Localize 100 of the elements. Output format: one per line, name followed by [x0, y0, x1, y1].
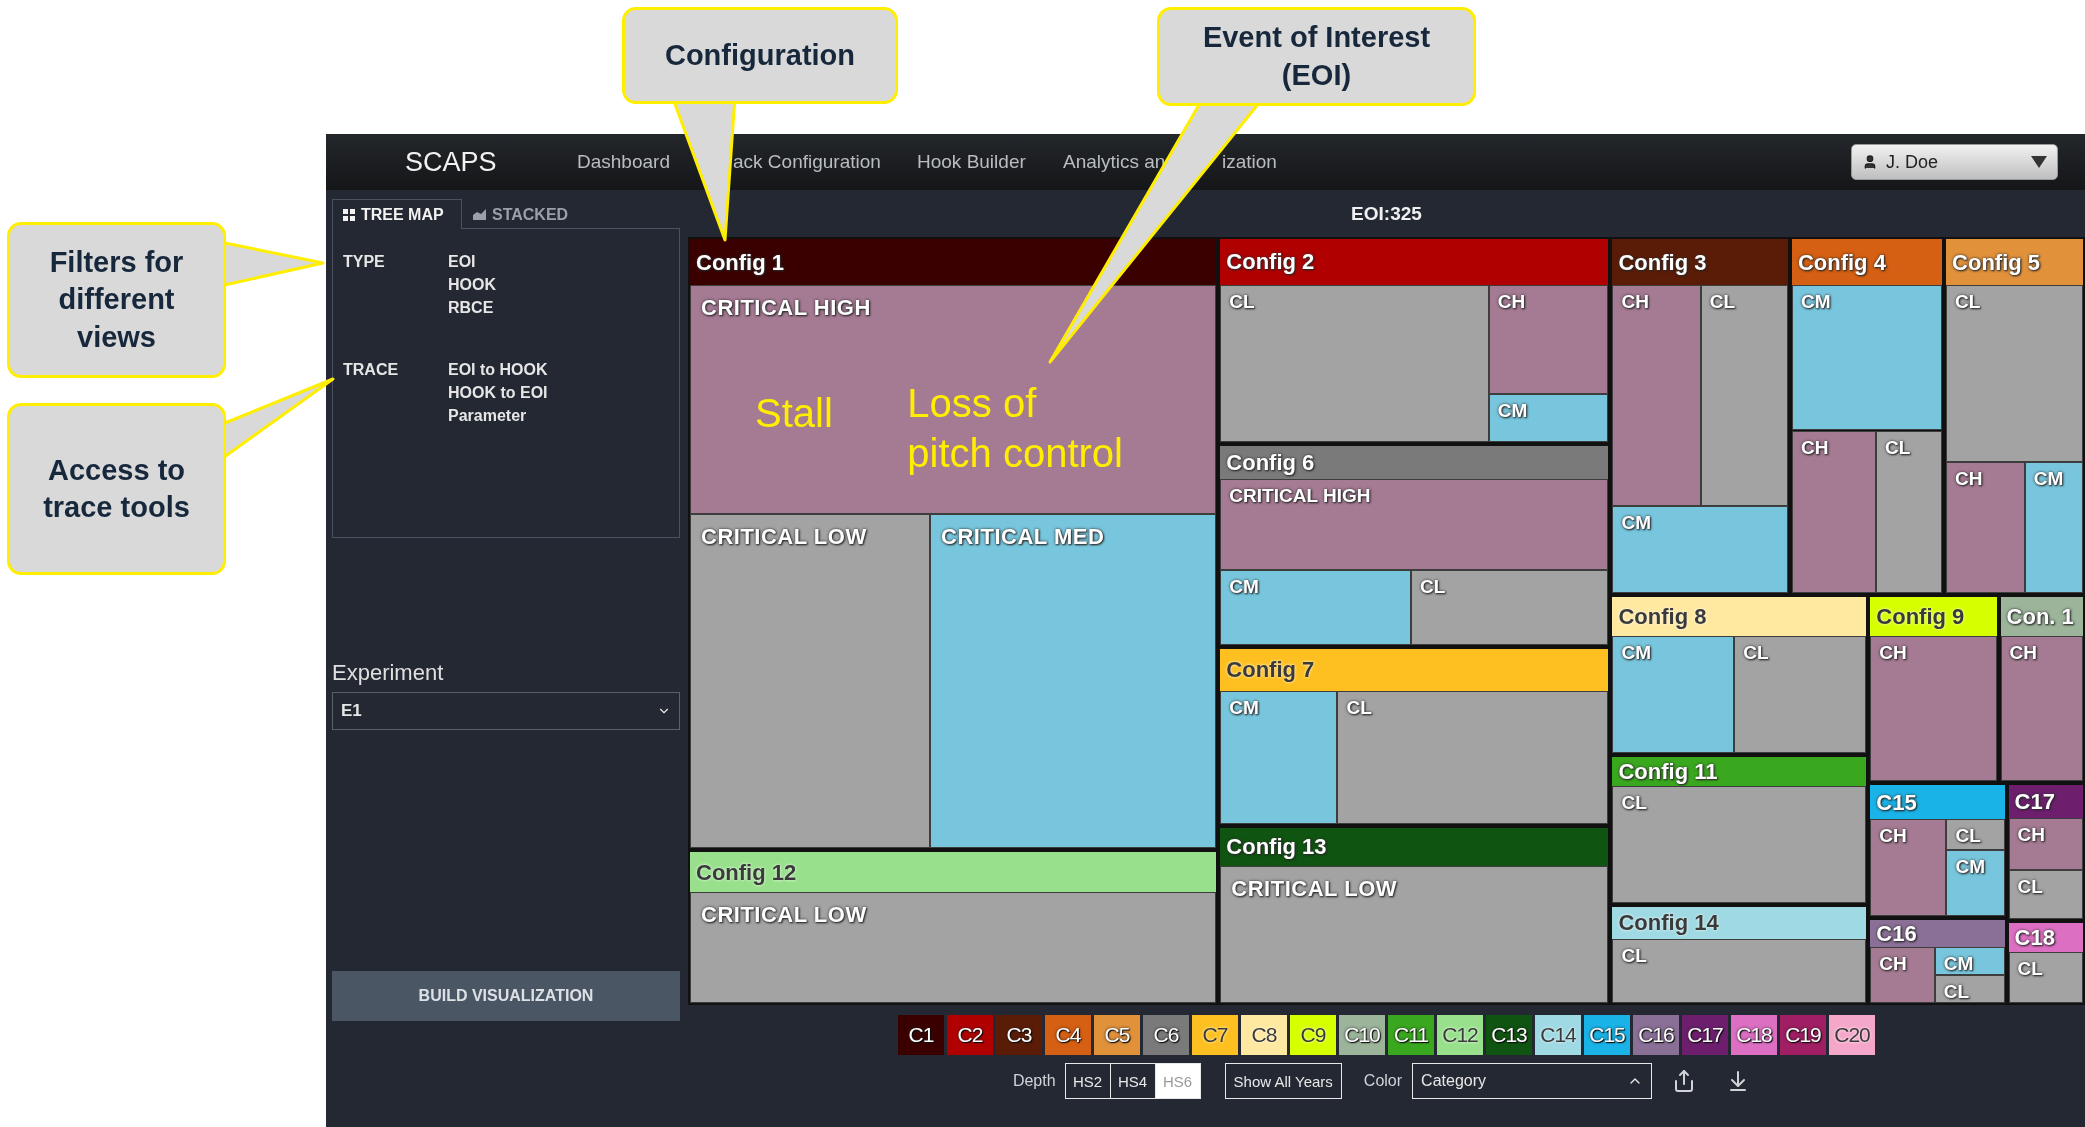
- treemap-cell[interactable]: CRITICAL LOW: [690, 892, 1217, 1003]
- legend-chip[interactable]: C16: [1633, 1015, 1679, 1055]
- config-header[interactable]: Config 4: [1791, 239, 1943, 286]
- config-header[interactable]: Config 5: [1946, 239, 2083, 286]
- depth-option[interactable]: HS6: [1154, 1063, 1201, 1099]
- treemap-cell[interactable]: CM: [1220, 570, 1412, 645]
- config-header[interactable]: Config 9: [1870, 596, 1997, 637]
- config-header[interactable]: C17: [2008, 785, 2083, 818]
- area-chart-icon: [473, 209, 486, 220]
- legend-chip[interactable]: C6: [1143, 1015, 1189, 1055]
- config-header[interactable]: C18: [2008, 922, 2083, 953]
- config-header[interactable]: Config 14: [1612, 906, 1867, 939]
- treemap-cell[interactable]: CM: [1612, 505, 1788, 593]
- treemap-cell[interactable]: CL: [2008, 869, 2083, 919]
- treemap-cell[interactable]: CM: [1220, 690, 1338, 824]
- treemap-cell[interactable]: CRITICAL MED: [930, 513, 1217, 849]
- config-header[interactable]: C15: [1870, 785, 2005, 819]
- nav-link[interactable]: Dashboard: [577, 151, 670, 173]
- treemap-cell[interactable]: CL: [1934, 974, 2005, 1003]
- experiment-label: Experiment: [332, 660, 445, 686]
- treemap-cell[interactable]: CM: [2024, 462, 2083, 593]
- nav-link[interactable]: ization: [1222, 151, 1277, 173]
- config-header[interactable]: C16: [1870, 920, 2005, 947]
- treemap-cell[interactable]: CH: [2008, 817, 2083, 870]
- show-years-button[interactable]: Show All Years: [1224, 1063, 1342, 1099]
- config-header[interactable]: Config 7: [1220, 649, 1609, 691]
- treemap-cell[interactable]: CM: [1488, 393, 1609, 442]
- config-header[interactable]: Config 12: [690, 852, 1217, 893]
- legend-chip[interactable]: C8: [1241, 1015, 1287, 1055]
- config-header[interactable]: Config 11: [1612, 757, 1867, 786]
- legend-chip[interactable]: C5: [1094, 1015, 1140, 1055]
- legend-chip[interactable]: C7: [1192, 1015, 1238, 1055]
- annotation-text: Loss of pitch control: [907, 380, 1123, 478]
- user-icon: [1862, 154, 1878, 170]
- legend-chip[interactable]: C12: [1437, 1015, 1483, 1055]
- filter-option[interactable]: HOOK: [448, 276, 669, 294]
- legend-chip[interactable]: C19: [1780, 1015, 1826, 1055]
- config-header[interactable]: Config 1: [690, 239, 1217, 286]
- legend-chip[interactable]: C18: [1731, 1015, 1777, 1055]
- legend-chip[interactable]: C14: [1535, 1015, 1581, 1055]
- treemap-cell[interactable]: CM: [1612, 636, 1735, 754]
- treemap-cell[interactable]: CL: [2008, 952, 2083, 1003]
- legend-chip[interactable]: C11: [1388, 1015, 1434, 1055]
- treemap-cell[interactable]: CL: [1946, 818, 2005, 851]
- treemap-cell[interactable]: CL: [1337, 690, 1609, 824]
- config-header[interactable]: Config 2: [1220, 239, 1609, 285]
- treemap-cell[interactable]: CH: [1488, 284, 1609, 394]
- legend-chip[interactable]: C10: [1339, 1015, 1385, 1055]
- treemap-cell[interactable]: CH: [1946, 462, 2025, 593]
- view-tab[interactable]: TREE MAP: [332, 199, 462, 229]
- treemap-cell[interactable]: CM: [1934, 946, 2005, 975]
- treemap-cell[interactable]: CL: [1700, 285, 1788, 506]
- depth-option[interactable]: HS2: [1064, 1063, 1111, 1099]
- callout: Filters for different views: [7, 222, 226, 378]
- callout: Event of Interest (EOI): [1157, 7, 1476, 106]
- legend-chip[interactable]: C20: [1829, 1015, 1875, 1055]
- treemap-cell[interactable]: CL: [1946, 285, 2083, 463]
- treemap-cell[interactable]: CM: [1946, 850, 2005, 917]
- legend-chip[interactable]: C3: [996, 1015, 1042, 1055]
- treemap-cell[interactable]: CRITICAL HIGH: [1220, 478, 1609, 571]
- treemap-cell[interactable]: CM: [1791, 285, 1943, 431]
- treemap-cell[interactable]: CRITICAL LOW: [690, 513, 931, 849]
- legend-chip[interactable]: C1: [898, 1015, 944, 1055]
- treemap-cell[interactable]: CL: [1612, 938, 1867, 1003]
- treemap-cell[interactable]: CL: [1220, 284, 1489, 442]
- view-tab[interactable]: STACKED: [462, 199, 582, 229]
- legend-chip[interactable]: C9: [1290, 1015, 1336, 1055]
- treemap-cell[interactable]: CL: [1734, 636, 1867, 754]
- legend-chip[interactable]: C17: [1682, 1015, 1728, 1055]
- config-header[interactable]: Config 13: [1220, 828, 1609, 866]
- experiment-select[interactable]: E1: [332, 692, 680, 730]
- filter-option[interactable]: RBCE: [448, 299, 669, 317]
- treemap-cell[interactable]: CH: [1870, 946, 1935, 1003]
- treemap-cell[interactable]: CL: [1876, 430, 1943, 593]
- treemap-cell[interactable]: CH: [1791, 430, 1877, 593]
- filter-option[interactable]: Parameter: [448, 407, 669, 425]
- treemap-cell[interactable]: CL: [1612, 785, 1867, 903]
- user-menu[interactable]: J. Doe: [1851, 144, 2058, 180]
- treemap-cell[interactable]: CH: [1870, 636, 1997, 782]
- color-select[interactable]: Category: [1412, 1063, 1653, 1099]
- filter-option[interactable]: EOI: [448, 253, 669, 271]
- nav-link[interactable]: Hook Builder: [917, 151, 1026, 173]
- treemap-cell[interactable]: CL: [1411, 570, 1609, 645]
- config-header[interactable]: Config 6: [1220, 446, 1609, 479]
- legend-chip[interactable]: C4: [1045, 1015, 1091, 1055]
- treemap-cell[interactable]: CH: [2000, 636, 2083, 782]
- filter-option[interactable]: EOI to HOOK: [448, 361, 669, 379]
- app-brand[interactable]: SCAPS: [326, 146, 577, 178]
- legend-chip[interactable]: C2: [947, 1015, 993, 1055]
- nav-link[interactable]: ack Configuration: [733, 151, 881, 173]
- config-header[interactable]: Config 8: [1612, 596, 1867, 636]
- config-header[interactable]: Config 3: [1612, 239, 1788, 286]
- treemap-cell[interactable]: CH: [1612, 285, 1701, 506]
- legend-chip[interactable]: C13: [1486, 1015, 1532, 1055]
- config-header[interactable]: Con. 1: [2000, 596, 2083, 637]
- build-button[interactable]: BUILD VISUALIZATION: [332, 971, 680, 1021]
- treemap-cell[interactable]: CH: [1870, 818, 1947, 917]
- filter-option[interactable]: HOOK to EOI: [448, 384, 669, 402]
- legend-chip[interactable]: C15: [1584, 1015, 1630, 1055]
- treemap-cell[interactable]: CRITICAL LOW: [1220, 865, 1609, 1003]
